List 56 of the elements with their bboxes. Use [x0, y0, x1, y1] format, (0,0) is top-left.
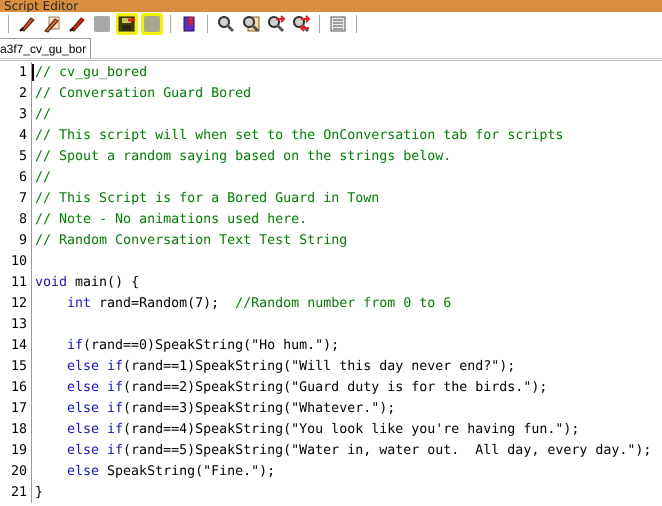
code-line: } — [35, 484, 44, 502]
code-line: else SpeakString("Fine."); — [67, 463, 276, 481]
quill-icon — [18, 15, 36, 33]
code-line: int rand=Random(7); //Random number from 0 to 6 — [67, 295, 452, 313]
line-number: 2 — [0, 83, 32, 104]
code-line: void main() { — [35, 274, 140, 292]
line-number: 15 — [0, 356, 32, 377]
line-number: 8 — [0, 209, 32, 230]
line-number: 19 — [0, 440, 32, 461]
toolbar-button[interactable] — [215, 13, 237, 35]
magnifier-arrow-icon — [267, 15, 285, 33]
line-number: 10 — [0, 251, 32, 272]
code-line: else if(rand==1)SpeakString("Will this day never end?"); — [67, 358, 516, 376]
blank-icon — [143, 15, 161, 33]
line-number: 4 — [0, 125, 32, 146]
quill-icon — [68, 15, 86, 33]
file-tab[interactable]: a3f7_cv_gu_bor — [0, 38, 92, 58]
code-line: // Conversation Guard Bored — [35, 85, 252, 103]
blank-icon — [93, 15, 111, 33]
line-number: 14 — [0, 335, 32, 356]
line-number: 5 — [0, 146, 32, 167]
code-line: else if(rand==2)SpeakString("Guard duty is for the birds."); — [67, 379, 548, 397]
line-number: 9 — [0, 230, 32, 251]
code-line: // This script will when set to the OnConversation tab for scripts — [35, 127, 564, 145]
code-line: else if(rand==5)SpeakString("Water in, water out. All day, every day."); — [67, 442, 652, 460]
code-line: else if(rand==4)SpeakString("You look like you're having fun."); — [67, 421, 580, 439]
code-line: // Random Conversation Text Test String — [35, 232, 348, 250]
code-line: if(rand==0)SpeakString("Ho hum."); — [67, 337, 340, 355]
list-icon — [329, 15, 347, 33]
line-number: 18 — [0, 419, 32, 440]
line-number: 11 — [0, 272, 32, 293]
code-line: // Note - No animations used here. — [35, 211, 308, 229]
line-number: 6 — [0, 167, 32, 188]
code-line: else if(rand==3)SpeakString("Whatever."); — [67, 400, 396, 418]
line-number: 20 — [0, 461, 32, 482]
toolbar-button[interactable] — [290, 13, 312, 35]
line-number: 13 — [0, 314, 32, 335]
code-line: // cv_gu_bored — [35, 64, 148, 82]
toolbar-button[interactable] — [240, 13, 262, 35]
line-number: 3 — [0, 104, 32, 125]
toolbar-button[interactable] — [116, 13, 138, 35]
magnifier-arrows-icon — [292, 15, 310, 33]
code-line: // — [35, 169, 52, 187]
quill-paper-icon — [43, 15, 61, 33]
toolbar-button[interactable] — [265, 13, 287, 35]
line-number: 12 — [0, 293, 32, 314]
line-number: 17 — [0, 398, 32, 419]
code-line: // This Script is for a Bored Guard in Town — [35, 190, 380, 208]
magnifier-document-icon — [242, 15, 260, 33]
line-number: 7 — [0, 188, 32, 209]
code-line: // — [35, 106, 52, 124]
code-line: // Spout a random saying based on the strings below. — [35, 148, 452, 166]
line-number: 21 — [0, 482, 32, 503]
line-number: 16 — [0, 377, 32, 398]
magnifier-icon — [217, 15, 235, 33]
code-editor[interactable] — [0, 60, 662, 503]
